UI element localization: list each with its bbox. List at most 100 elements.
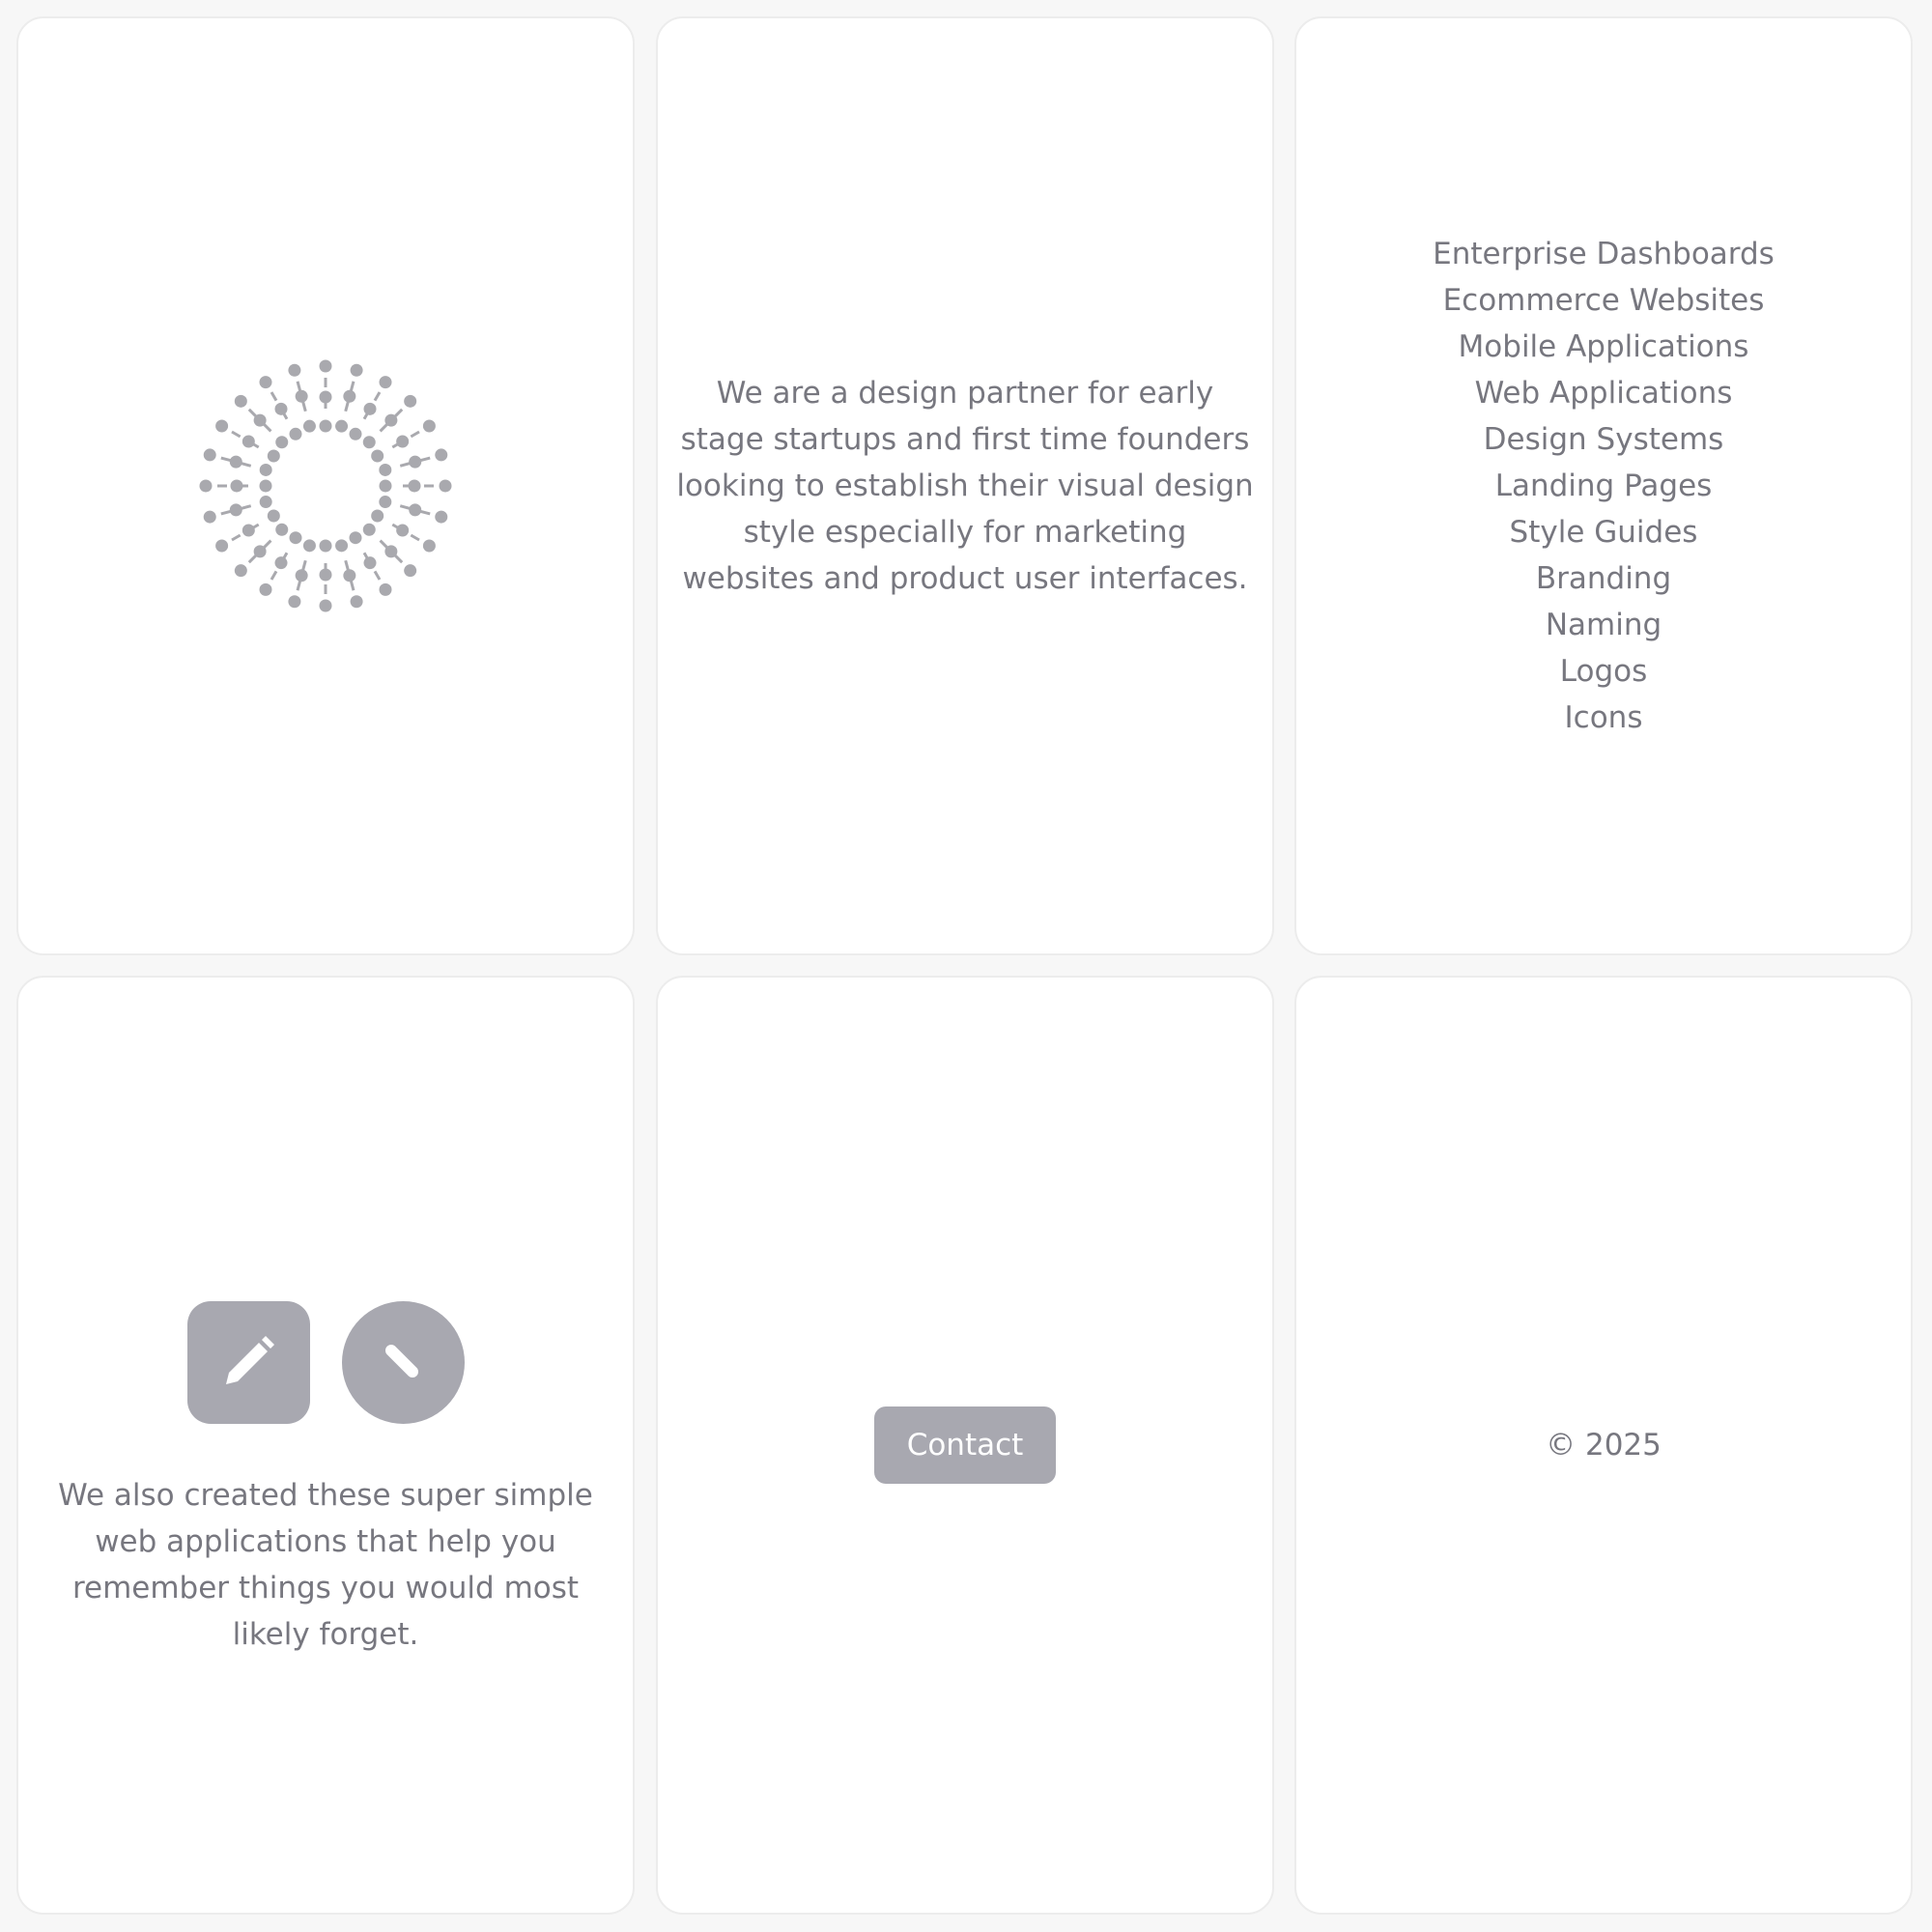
service-item: Enterprise Dashboards — [1433, 237, 1775, 271]
logo-dot — [350, 595, 363, 609]
logo-dot — [267, 449, 280, 463]
slash-icon — [385, 1345, 418, 1378]
logo-dot — [302, 419, 316, 433]
logo-spoke — [215, 509, 280, 553]
logo-dot — [409, 503, 422, 517]
logo-dot — [234, 564, 247, 578]
logo-dot — [199, 479, 213, 493]
intro-text: We are a design partner for early stage … — [676, 376, 1254, 596]
contact-button[interactable]: Contact — [874, 1406, 1056, 1484]
logo-dot — [349, 427, 362, 440]
contact-card: Contact — [656, 976, 1274, 1915]
logo-dot — [435, 510, 448, 524]
logo-dot — [408, 479, 421, 493]
logo-dot — [371, 509, 384, 523]
logo-dot — [229, 503, 242, 517]
pencil-app-button[interactable] — [186, 1300, 310, 1424]
logo-dot — [229, 455, 242, 469]
logo-dot — [259, 463, 272, 476]
logo-dot — [343, 389, 356, 403]
logo-dot — [242, 524, 255, 537]
logo-dot — [259, 479, 272, 493]
logo-dot — [439, 479, 452, 493]
logo-spoke — [199, 479, 272, 493]
services-card: Enterprise Dashboards Ecommerce Websites… — [1294, 16, 1913, 955]
logo-dot — [302, 539, 316, 553]
logo-dot — [384, 545, 398, 558]
logo-dot — [319, 539, 332, 553]
logo-dot — [274, 402, 288, 415]
logo-dot — [422, 419, 436, 433]
logo-dot — [295, 569, 308, 582]
logo-dot — [319, 390, 332, 404]
logo-dot — [343, 569, 356, 582]
logo-dot — [379, 496, 392, 509]
logo-dot — [404, 564, 417, 578]
logo-dot — [404, 394, 417, 408]
logo-dot — [319, 419, 332, 433]
logo-spoke — [335, 539, 363, 609]
apps-block: We also created these super simple web a… — [55, 1300, 596, 1658]
service-item: Style Guides — [1509, 515, 1698, 550]
logo-dot — [349, 531, 362, 545]
logo-dot — [259, 496, 272, 509]
logo-spoke — [203, 496, 272, 524]
logo-dot — [379, 479, 392, 493]
slash-app-button[interactable] — [341, 1300, 465, 1424]
logo-spoke — [215, 419, 280, 463]
logo-dot — [371, 449, 384, 463]
service-item: Icons — [1564, 700, 1643, 735]
logo-dot — [396, 524, 410, 537]
logo-dot — [289, 531, 302, 545]
logo-dot — [203, 510, 216, 524]
copyright-card: © 2025 — [1294, 976, 1913, 1915]
logo-dot — [363, 556, 377, 570]
logo-dot — [288, 595, 301, 609]
service-item: Web Applications — [1474, 376, 1733, 411]
logo-dot — [435, 448, 448, 462]
service-item: Design Systems — [1483, 422, 1724, 457]
logo-dot — [350, 363, 363, 377]
logo-dot — [275, 523, 289, 536]
logo-dot — [234, 394, 247, 408]
logo-dot — [379, 582, 392, 596]
logo-dot — [396, 435, 410, 448]
logo-spoke — [371, 509, 436, 553]
logo-dot — [259, 582, 272, 596]
logo-dot — [319, 568, 332, 582]
card-grid: We are a design partner for early stage … — [0, 0, 1932, 1932]
services-list: Enterprise Dashboards Ecommerce Websites… — [1433, 231, 1775, 741]
logo-spoke — [371, 419, 436, 463]
logo-spoke — [319, 539, 332, 612]
copyright-text: © 2025 — [1546, 1428, 1662, 1463]
logo-dot — [335, 419, 349, 433]
logo-dot — [267, 509, 280, 523]
logo-dot — [335, 539, 349, 553]
apps-card: We also created these super simple web a… — [16, 976, 635, 1915]
logo-dot — [379, 463, 392, 476]
logo-spoke — [259, 531, 302, 596]
logo-dot — [274, 556, 288, 570]
pencil-icon — [226, 1336, 274, 1384]
app-icons — [186, 1300, 465, 1424]
logo-dot — [384, 413, 398, 427]
logo-spoke — [335, 363, 363, 433]
logo-spoke — [288, 539, 316, 609]
apps-description: We also created these super simple web a… — [58, 1477, 593, 1652]
logo-spoke — [349, 376, 392, 440]
logo-spoke — [349, 531, 392, 596]
logo-dot — [362, 523, 376, 536]
logo-spoke — [379, 496, 448, 524]
logo-spoke — [319, 359, 332, 433]
service-item: Landing Pages — [1494, 469, 1713, 503]
logo-dot — [215, 419, 229, 433]
logo-spoke — [288, 363, 316, 433]
logo-dot — [230, 479, 243, 493]
logo-dot — [422, 539, 436, 553]
logo-svg — [199, 359, 452, 612]
logo-spoke — [259, 376, 302, 440]
logo-card — [16, 16, 635, 955]
logo-dot — [253, 413, 267, 427]
logo-dot — [319, 359, 332, 373]
logo-dot — [363, 402, 377, 415]
